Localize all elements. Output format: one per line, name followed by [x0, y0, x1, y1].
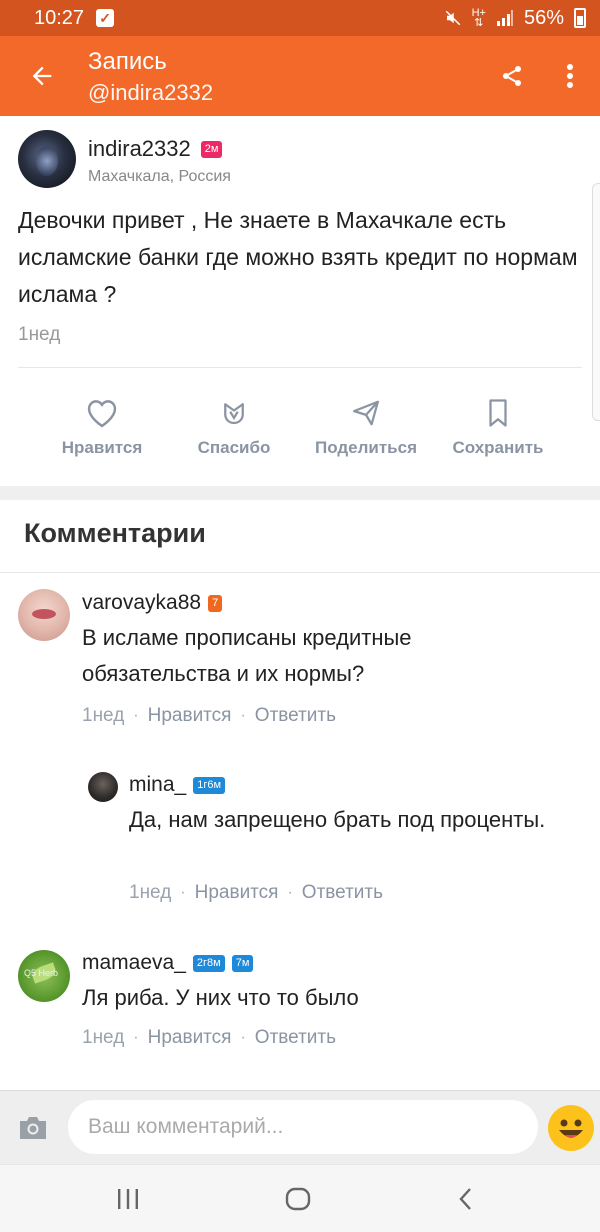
page-subtitle[interactable]: @indira2332 — [88, 80, 213, 106]
comments-title: Комментарии — [24, 518, 206, 548]
post-actions: Нравится Спасибо Поделиться Сохранить — [36, 396, 564, 466]
comment-author-badge: 7м — [231, 954, 254, 972]
comment-meta: 1нед · Нравится · Ответить — [129, 882, 383, 904]
like-label: Нравится — [61, 438, 143, 457]
comment-like-link[interactable]: Нравится — [148, 1027, 232, 1049]
app-bar: Запись @indira2332 — [0, 36, 600, 116]
comment-text: В исламе прописаны кредитные обязательст… — [82, 625, 412, 686]
save-label: Сохранить — [452, 438, 544, 457]
mute-icon — [445, 10, 460, 26]
check-notification-icon: ✓ — [96, 9, 115, 27]
post-text: Девочки привет , Не знаете в Махачкале е… — [18, 207, 578, 307]
post-author-avatar[interactable] — [18, 130, 76, 188]
heart-icon — [85, 396, 119, 430]
camera-icon[interactable] — [18, 1115, 48, 1141]
comment-reply-link[interactable]: Ответить — [255, 705, 336, 727]
comment-author[interactable]: mamaeva_ 2г8м 7м — [82, 951, 254, 975]
back-icon[interactable] — [446, 1183, 486, 1215]
post-location: Махачкала, Россия — [88, 168, 231, 185]
separator-dot: · — [240, 707, 246, 724]
separator-dot: · — [240, 1029, 246, 1046]
comment-author[interactable]: varovayka88 7 — [82, 591, 223, 615]
status-time: 10:27 — [34, 6, 85, 29]
page-title: Запись — [88, 48, 167, 75]
send-icon — [349, 396, 383, 430]
comment-author-badge: 1г6м — [193, 776, 226, 794]
avatar-logo-text: Q5 Herb — [24, 968, 59, 978]
separator-dot: · — [287, 884, 293, 901]
save-button[interactable]: Сохранить — [432, 396, 564, 466]
thanks-button[interactable]: Спасибо — [168, 396, 300, 466]
like-button[interactable]: Нравится — [36, 396, 168, 466]
emoji-icon[interactable] — [548, 1105, 594, 1151]
comment-input-bar — [0, 1090, 600, 1164]
share-post-button[interactable]: Поделиться — [300, 396, 432, 466]
thanks-flower-icon — [219, 396, 249, 430]
post-author[interactable]: indira2332 2м — [88, 136, 223, 162]
comment-author-badge: 2г8м — [192, 954, 225, 972]
bookmark-icon — [485, 396, 511, 430]
comment-reply-link[interactable]: Ответить — [255, 1027, 336, 1049]
comment-input[interactable] — [68, 1100, 538, 1154]
status-bar: 10:27 ✓ H+ ⇅ 56% — [0, 0, 600, 36]
share-icon[interactable] — [492, 56, 532, 96]
status-icons: H+ ⇅ 56% — [444, 7, 586, 30]
data-icon: H+ ⇅ — [471, 7, 486, 29]
system-nav-bar — [0, 1164, 600, 1232]
comment-like-link[interactable]: Нравится — [195, 882, 279, 904]
post-time: 1нед — [18, 324, 61, 345]
home-icon[interactable] — [278, 1183, 318, 1215]
comment-author-avatar[interactable] — [88, 772, 118, 802]
comment-author[interactable]: mina_ 1г6м — [129, 773, 226, 797]
comment-author-avatar[interactable]: Q5 Herb — [18, 950, 70, 1002]
comment-text: Ля риба. У них что то было — [82, 985, 359, 1010]
comment-time: 1нед — [129, 882, 172, 903]
comment-meta: 1нед · Нравится · Ответить — [82, 705, 336, 727]
scroll-handle[interactable] — [592, 183, 600, 421]
comment-time: 1нед — [82, 1027, 125, 1048]
divider — [0, 572, 600, 573]
battery-percent: 56% — [523, 6, 564, 29]
comment-reply-link[interactable]: Ответить — [302, 882, 383, 904]
comment-author-name[interactable]: varovayka88 — [82, 591, 201, 615]
signal-icon — [496, 10, 513, 26]
post-author-name[interactable]: indira2332 — [88, 136, 191, 162]
more-icon[interactable] — [552, 56, 588, 96]
back-arrow-icon[interactable] — [22, 56, 62, 96]
comment-meta: 1нед · Нравится · Ответить — [82, 1027, 336, 1049]
comment-author-avatar[interactable] — [18, 589, 70, 641]
recent-apps-icon[interactable] — [108, 1183, 148, 1215]
comment-author-badge: 7 — [208, 594, 223, 612]
comment-author-name[interactable]: mina_ — [129, 773, 186, 797]
battery-icon — [574, 8, 586, 28]
comment-like-link[interactable]: Нравится — [148, 705, 232, 727]
separator-dot: · — [180, 884, 186, 901]
divider — [18, 367, 582, 368]
comment-author-name[interactable]: mamaeva_ — [82, 951, 186, 975]
separator-dot: · — [133, 1029, 139, 1046]
thanks-label: Спасибо — [197, 438, 271, 457]
post-author-badge: 2м — [200, 140, 223, 158]
section-separator — [0, 486, 600, 500]
share-label: Поделиться — [314, 438, 418, 457]
comment-text: Да, нам запрещено брать под проценты. — [129, 807, 546, 832]
separator-dot: · — [133, 707, 139, 724]
comment-time: 1нед — [82, 705, 125, 726]
